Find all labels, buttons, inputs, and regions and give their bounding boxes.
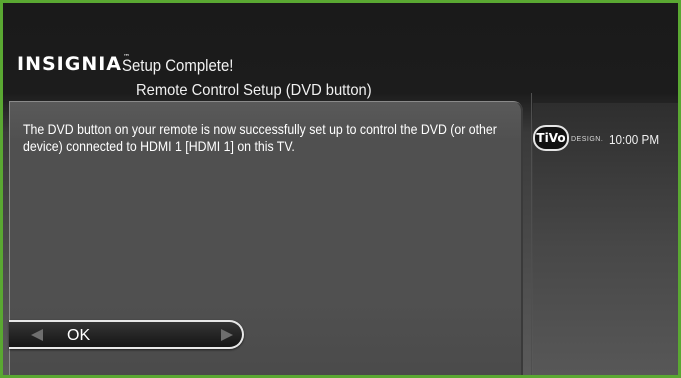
ok-button[interactable]: OK	[9, 320, 244, 349]
setup-message: The DVD button on your remote is now suc…	[23, 121, 497, 154]
tivo-design-label: DESIGN.	[571, 136, 604, 143]
divider	[531, 93, 532, 375]
brand-name: INSIGNIA	[17, 53, 122, 75]
tivo-logo-text: TiVo	[536, 131, 566, 145]
tv-screen: INSIGNIA™ Setup Complete! Remote Control…	[0, 0, 681, 378]
page-subtitle: Remote Control Setup (DVD button)	[136, 82, 372, 99]
header: INSIGNIA™ Setup Complete! Remote Control…	[3, 3, 678, 103]
ok-button-label: OK	[67, 327, 91, 344]
triangle-left-icon	[31, 329, 43, 341]
tivo-logo: TiVo	[533, 125, 569, 151]
clock: 10:00 PM	[609, 132, 660, 147]
triangle-right-icon	[221, 329, 233, 341]
page-title: Setup Complete!	[122, 56, 234, 75]
insignia-logo: INSIGNIA™	[17, 53, 131, 75]
